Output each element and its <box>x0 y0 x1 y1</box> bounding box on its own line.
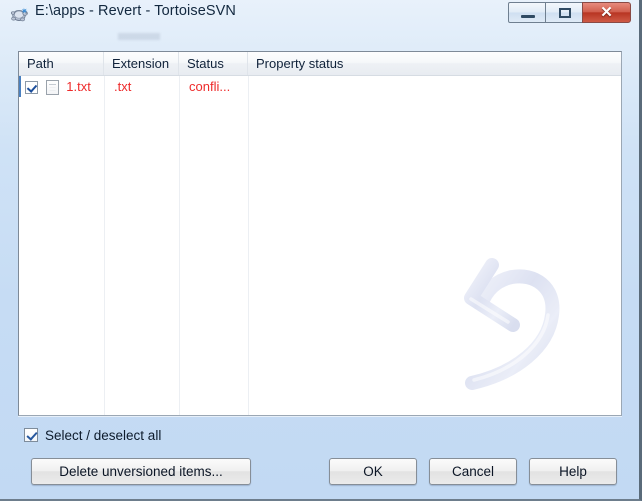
minimize-icon <box>521 15 535 18</box>
maximize-icon <box>559 8 571 18</box>
column-header-property-status[interactable]: Property status <box>248 52 621 75</box>
row-status-cell: confli... <box>189 79 231 94</box>
row-path-cell[interactable]: 1.txt <box>21 76 106 97</box>
row-checkbox[interactable] <box>25 81 38 94</box>
tortoise-turtle-icon <box>10 7 28 22</box>
column-gridline <box>179 76 180 415</box>
title-bar[interactable]: E:\apps - Revert - TortoiseSVN ✕ <box>0 0 639 30</box>
column-header-path[interactable]: Path <box>19 52 104 75</box>
table-row[interactable]: 1.txt .txt confli... <box>19 76 621 97</box>
select-deselect-all-label: Select / deselect all <box>45 428 162 443</box>
delete-unversioned-items-button[interactable]: Delete unversioned items... <box>31 458 251 485</box>
select-deselect-all-checkbox[interactable] <box>24 428 38 442</box>
column-gridline <box>248 76 249 415</box>
revert-dialog-window: E:\apps - Revert - TortoiseSVN ✕ Path Ex… <box>0 0 642 501</box>
column-header-status[interactable]: Status <box>179 52 248 75</box>
ok-button[interactable]: OK <box>329 458 417 485</box>
close-button[interactable]: ✕ <box>582 2 631 23</box>
file-list-panel[interactable]: Path Extension Status Property status 1.… <box>18 51 622 416</box>
maximize-button[interactable] <box>545 2 583 23</box>
column-header-extension[interactable]: Extension <box>104 52 179 75</box>
list-body: 1.txt .txt confli... <box>19 76 621 415</box>
background-artifact <box>118 33 160 40</box>
row-property-status-cell <box>250 76 621 97</box>
minimize-button[interactable] <box>508 2 546 23</box>
list-header-row: Path Extension Status Property status <box>19 52 621 76</box>
row-extension-cell: .txt <box>114 79 132 94</box>
cancel-button[interactable]: Cancel <box>429 458 517 485</box>
row-path-label: 1.txt <box>66 79 91 94</box>
text-file-icon <box>45 80 59 95</box>
window-title: E:\apps - Revert - TortoiseSVN <box>35 3 236 19</box>
help-button[interactable]: Help <box>529 458 617 485</box>
close-icon: ✕ <box>600 4 613 21</box>
column-gridline <box>104 76 105 415</box>
